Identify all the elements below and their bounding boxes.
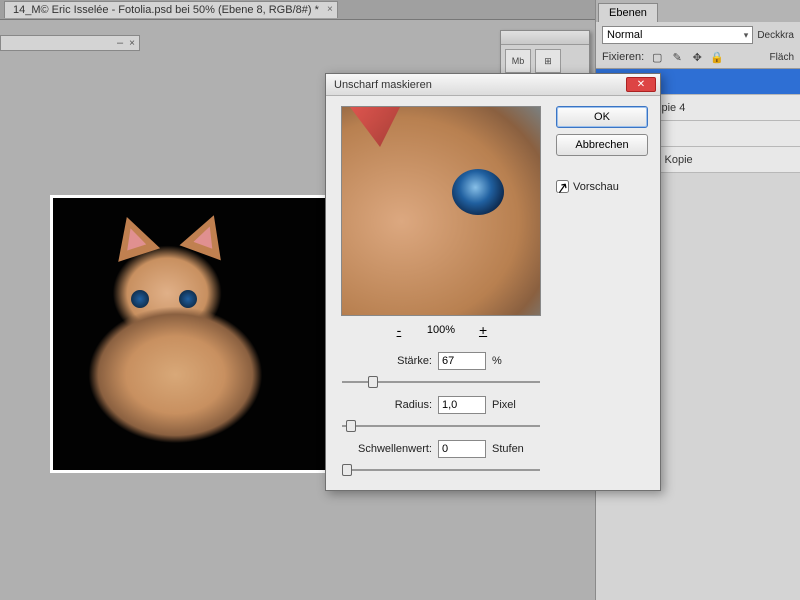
preview-checkbox-row[interactable]: Vorschau [556,180,648,193]
mini-palette[interactable]: Mb ⊞ [500,30,590,78]
threshold-input[interactable] [438,440,486,458]
minimize-icon[interactable]: – [117,37,123,49]
dialog-titlebar[interactable]: Unscharf maskieren ✕ [326,74,660,96]
threshold-unit: Stufen [492,443,524,455]
radius-slider[interactable] [342,418,540,434]
blend-mode-value: Normal [607,29,642,41]
unsharp-mask-dialog: Unscharf maskieren ✕ - 100% + Stärke: % [325,73,661,491]
lock-position-icon[interactable]: ✥ [690,50,704,64]
chevron-down-icon: ▾ [744,30,749,41]
lock-transparency-icon[interactable]: ▢ [650,50,664,64]
document-tab[interactable]: 14_M© Eric Isselée - Fotolia.psd bei 50%… [4,1,338,18]
document-tab-title: 14_M© Eric Isselée - Fotolia.psd bei 50%… [13,4,319,16]
radius-input[interactable] [438,396,486,414]
filter-preview[interactable] [341,106,541,316]
close-button[interactable]: ✕ [626,77,656,92]
mini-button-mb[interactable]: Mb [505,49,531,73]
lock-label: Fixieren: [602,51,644,63]
threshold-label: Schwellenwert: [340,443,432,455]
mini-palette-header[interactable] [501,31,589,45]
amount-label: Stärke: [340,355,432,367]
lock-pixels-icon[interactable]: ✎ [670,50,684,64]
cancel-button[interactable]: Abbrechen [556,134,648,156]
floating-doc-header[interactable]: – × [0,35,140,51]
image-canvas[interactable] [50,195,328,473]
fill-label: Fläch [770,52,794,63]
close-icon[interactable]: × [327,4,333,15]
amount-slider[interactable] [342,374,540,390]
preview-checkbox[interactable] [556,180,569,193]
lock-all-icon[interactable]: 🔒 [710,50,724,64]
zoom-value: 100% [427,324,455,336]
close-icon[interactable]: × [129,38,135,49]
radius-label: Radius: [340,399,432,411]
amount-input[interactable] [438,352,486,370]
opacity-label: Deckkra [757,30,794,41]
amount-unit: % [492,355,502,367]
lock-icons: ▢ ✎ ✥ 🔒 [650,50,724,64]
mini-button-grid[interactable]: ⊞ [535,49,561,73]
threshold-slider[interactable] [342,462,540,478]
ok-button[interactable]: OK [556,106,648,128]
image-content [53,198,325,470]
blend-mode-select[interactable]: Normal ▾ [602,26,753,44]
tab-layers[interactable]: Ebenen [598,3,658,22]
panel-tabs: Ebenen [596,0,800,22]
dialog-title: Unscharf maskieren [334,79,626,91]
radius-unit: Pixel [492,399,516,411]
preview-label: Vorschau [573,181,619,193]
zoom-out-button[interactable]: - [391,322,407,338]
zoom-in-button[interactable]: + [475,322,491,338]
